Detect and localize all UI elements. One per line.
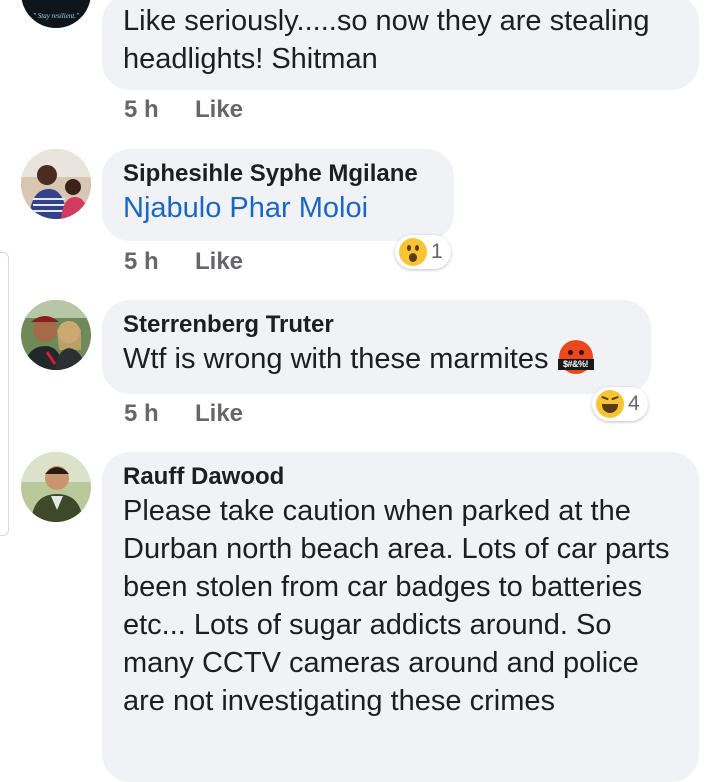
comment-meta: 5 h Like <box>124 96 243 124</box>
haha-emoji-icon <box>596 390 624 418</box>
like-button[interactable]: Like <box>195 248 243 276</box>
like-button[interactable]: Like <box>195 96 243 124</box>
comment-bubble[interactable]: Siphesihle Syphe Mgilane Njabulo Phar Mo… <box>102 149 454 241</box>
comment-text: Wtf is wrong with these marmites <box>123 343 549 375</box>
reaction-count: 4 <box>628 392 640 415</box>
comment-meta: 5 h Like <box>124 248 243 276</box>
comment-bubble[interactable]: Sterrenberg Truter Wtf is wrong with the… <box>102 300 651 394</box>
avatar-photo <box>21 452 91 522</box>
comment-author[interactable]: Rauff Dawood <box>123 462 679 492</box>
comment-author[interactable]: Siphesihle Syphe Mgilane <box>123 159 434 189</box>
comment-time[interactable]: 5 h <box>124 96 195 124</box>
mention-link[interactable]: Njabulo Phar Moloi <box>123 189 434 227</box>
comment-text: Please take caution when parked at the D… <box>123 495 670 717</box>
side-scroll-indicator <box>0 252 9 536</box>
avatar-caption: " Stay resilient." <box>33 12 79 20</box>
comment-bubble[interactable]: Rauff Dawood Please take caution when pa… <box>102 452 699 782</box>
comment-text-line: Wtf is wrong with these marmites $#&%! <box>123 340 631 378</box>
wow-emoji-icon <box>399 238 427 266</box>
avatar[interactable] <box>21 149 91 219</box>
comment-author[interactable]: Sterrenberg Truter <box>123 310 631 340</box>
comment-time[interactable]: 5 h <box>124 400 195 428</box>
avatar-photo <box>21 300 91 370</box>
avatar-photo <box>21 149 91 219</box>
like-button[interactable]: Like <box>195 400 243 428</box>
reaction-badge[interactable]: 1 <box>395 235 451 269</box>
avatar[interactable]: " Stay resilient." <box>21 0 91 28</box>
cursing-symbols: $#&%! <box>557 359 594 370</box>
avatar[interactable] <box>21 452 91 522</box>
angry-cursing-emoji-icon: $#&%! <box>557 340 594 374</box>
avatar[interactable] <box>21 300 91 370</box>
comment-text: Like seriously.....so now they are steal… <box>123 5 650 75</box>
reaction-badge[interactable]: 4 <box>592 387 648 421</box>
comment-bubble[interactable]: Like seriously.....so now they are steal… <box>102 0 699 90</box>
reaction-count: 1 <box>431 240 443 263</box>
comment-meta: 5 h Like <box>124 400 243 428</box>
comment-time[interactable]: 5 h <box>124 248 195 276</box>
